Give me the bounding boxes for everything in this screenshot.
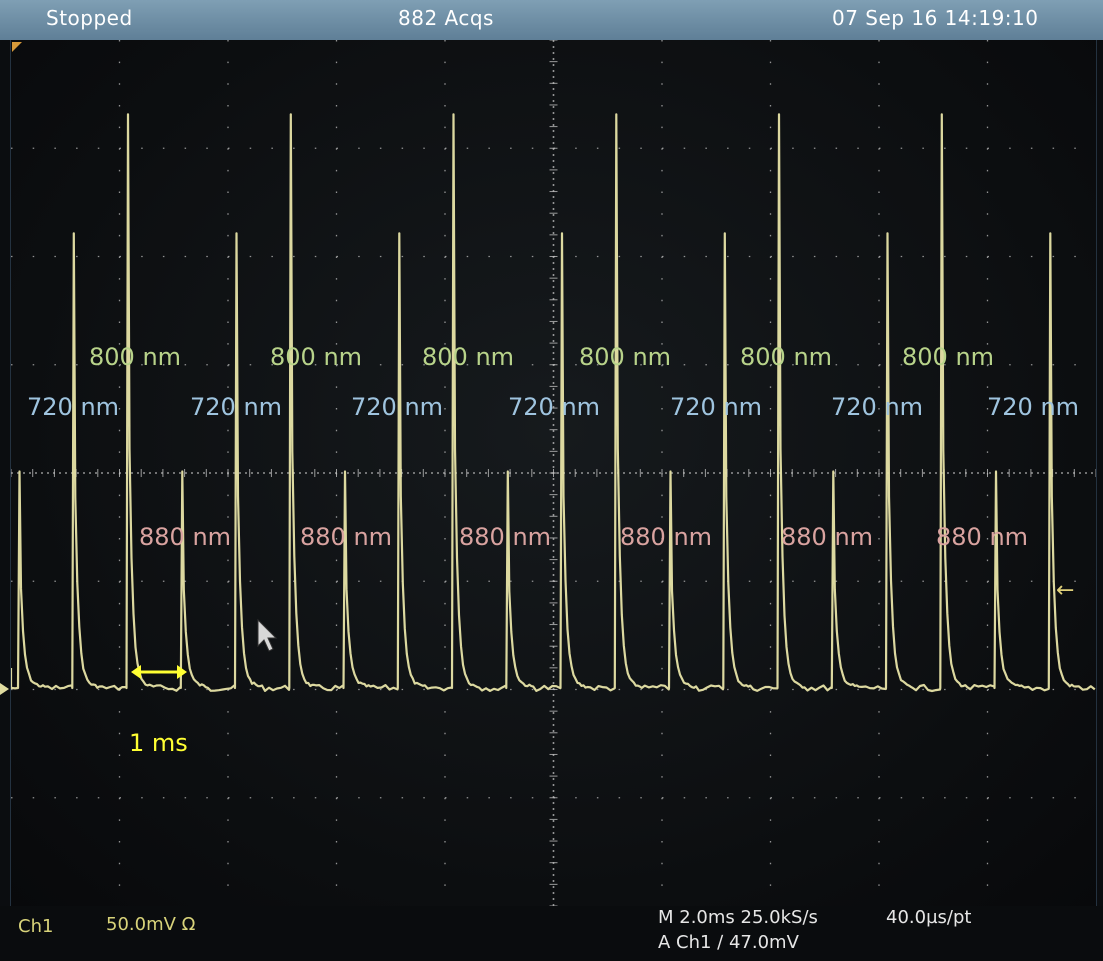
time-scale-bar: 1 ms	[129, 665, 188, 757]
wavelength-label: 720 nm	[27, 393, 119, 421]
wavelength-label: 800 nm	[579, 343, 671, 371]
wavelength-label: 800 nm	[740, 343, 832, 371]
acquisition-count: 882 Acqs	[398, 6, 494, 30]
graticule	[11, 40, 1096, 906]
wavelength-label: 880 nm	[781, 523, 873, 551]
wavelength-label: 720 nm	[670, 393, 762, 421]
channel-label: Ch1	[18, 916, 54, 937]
record-length: 40.0µs/pt	[886, 907, 972, 928]
wavelength-labels: 800 nm 800 nm 800 nm 800 nm 800 nm 800 nm 720 …	[27, 343, 1079, 551]
date-time: 07 Sep 16 14:19:10	[832, 6, 1039, 30]
wavelength-label: 880 nm	[300, 523, 392, 551]
wavelength-label: 800 nm	[270, 343, 362, 371]
wavelength-label: 880 nm	[620, 523, 712, 551]
vertical-scale: 50.0mV Ω	[106, 914, 196, 935]
trigger-readout: A Ch1 ∕ 47.0mV	[658, 932, 799, 953]
wavelength-label: 880 nm	[936, 523, 1028, 551]
mouse-pointer-icon	[256, 618, 280, 658]
wavelength-label: 720 nm	[351, 393, 443, 421]
timebase-readout: M 2.0ms 25.0kS/s	[658, 907, 818, 928]
wavelength-label: 720 nm	[987, 393, 1079, 421]
wavelength-label: 720 nm	[831, 393, 923, 421]
ground-level-marker-icon	[0, 683, 9, 695]
scale-bar-label: 1 ms	[129, 729, 188, 757]
scale-bar-left-arrow-icon	[131, 665, 141, 679]
status-bar: Stopped 882 Acqs 07 Sep 16 14:19:10	[0, 0, 1103, 40]
trigger-position-icon	[12, 42, 22, 52]
readout-bar: Ch1 50.0mV Ω M 2.0ms 25.0kS/s 40.0µs/pt …	[0, 906, 1103, 961]
acquisition-state: Stopped	[46, 6, 133, 30]
wavelength-label: 800 nm	[422, 343, 514, 371]
waveform-plot: 800 nm 800 nm 800 nm 800 nm 800 nm 800 nm 720 …	[11, 40, 1096, 906]
wavelength-label: 880 nm	[459, 523, 551, 551]
wavelength-label: 800 nm	[902, 343, 994, 371]
wavelength-label: 720 nm	[508, 393, 600, 421]
scope-display: 800 nm 800 nm 800 nm 800 nm 800 nm 800 nm 720 …	[10, 40, 1097, 906]
wavelength-label: 880 nm	[139, 523, 231, 551]
trigger-level-arrow-icon: ←	[1056, 578, 1075, 603]
wavelength-label: 800 nm	[89, 343, 181, 371]
wavelength-label: 720 nm	[190, 393, 282, 421]
